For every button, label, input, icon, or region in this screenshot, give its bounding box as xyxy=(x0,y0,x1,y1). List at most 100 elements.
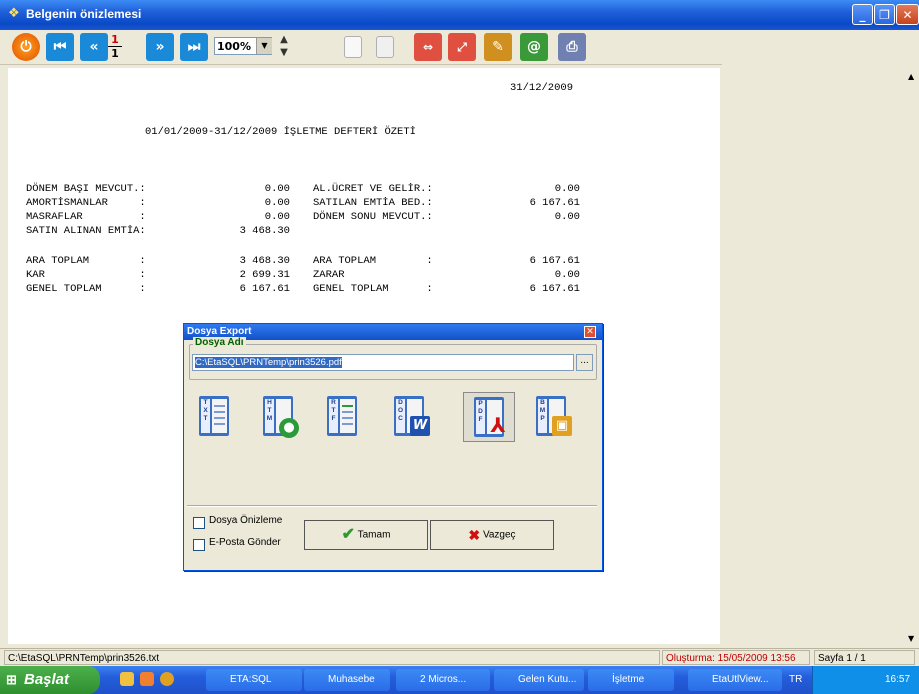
report-date: 31/12/2009 xyxy=(510,82,574,94)
scroll-up-icon[interactable]: ▲ xyxy=(908,72,914,81)
format-code: BMP xyxy=(538,399,547,433)
left-label: SATIN ALINAN EMTİA: xyxy=(26,225,146,237)
right-value: 6 167.61 xyxy=(529,197,580,209)
quicklaunch-icon[interactable] xyxy=(120,672,134,686)
format-code: PDF xyxy=(476,400,485,434)
taskbar-item[interactable]: ETA:SQL xyxy=(206,669,302,691)
taskbar-item[interactable]: EtaUtlView... xyxy=(688,669,782,691)
filename-group-label: Dosya Adı xyxy=(193,337,246,348)
toolbar: ⏻ ⏮ « 1 1 » ⏭ 100% ▼ ▲ ▼ ⇔ ⤢ ✎ @ ⎙ xyxy=(0,30,919,65)
language-indicator[interactable]: TR xyxy=(789,674,802,685)
taskbar: ⊞ Başlat ETA:SQL Muhasebe 2 Micros... Ge… xyxy=(0,666,919,694)
right-label: GENEL TOPLAM : xyxy=(313,283,433,295)
pdf-format-icon: PDF ⅄ xyxy=(474,397,506,437)
left-value: 0.00 xyxy=(264,211,290,223)
window-title: Belgenin önizlemesi xyxy=(26,7,142,21)
clock: 16:57 xyxy=(885,674,911,685)
print-icon[interactable]: ⎙ xyxy=(558,33,586,61)
format-button-doc[interactable]: DOC W xyxy=(384,392,436,442)
right-value: 6 167.61 xyxy=(529,283,580,295)
taskbar-item[interactable]: İşletme xyxy=(588,669,674,691)
vertical-scrollbar[interactable]: ▲ ▼ xyxy=(905,64,919,648)
left-label: AMORTİSMANLAR : xyxy=(26,197,146,209)
right-label: ZARAR xyxy=(313,269,345,281)
scroll-down-icon[interactable]: ▼ xyxy=(908,634,914,643)
dialog-title: Dosya Export xyxy=(184,324,602,340)
taskbar-item[interactable]: Gelen Kutu... xyxy=(494,669,584,691)
first-page-icon[interactable]: ⏮ xyxy=(46,33,74,61)
checkmark-icon: ✔ xyxy=(341,526,355,543)
status-created: Oluşturma: 15/05/2009 13:56 xyxy=(662,650,810,665)
email-icon[interactable]: @ xyxy=(520,33,548,61)
title-bar: ❖ Belgenin önizlemesi _ ❐ ✕ xyxy=(0,0,919,30)
right-value: 6 167.61 xyxy=(529,255,580,267)
dialog-close-icon[interactable]: ✕ xyxy=(584,326,596,338)
format-button-rtf[interactable]: RTF xyxy=(317,392,369,442)
last-page-icon[interactable]: ⏭ xyxy=(180,33,208,61)
right-label: DÖNEM SONU MEVCUT.: xyxy=(313,211,433,223)
pages-icon[interactable] xyxy=(376,36,394,58)
format-button-pdf[interactable]: PDF ⅄ xyxy=(463,392,515,442)
taskbar-item[interactable]: 2 Micros... xyxy=(396,669,490,691)
format-button-txt[interactable]: TXT xyxy=(189,392,241,442)
ok-button-label: Tamam xyxy=(357,529,391,541)
page-indicator: 1 1 xyxy=(100,33,130,61)
left-label: KAR : xyxy=(26,269,146,281)
file-path-value: C:\EtaSQL\PRNTemp\prin3526.pdf xyxy=(195,357,342,368)
format-button-bmp[interactable]: BMP ▣ xyxy=(526,392,578,442)
left-value: 3 468.30 xyxy=(239,225,290,237)
left-value: 0.00 xyxy=(264,183,290,195)
taskbar-item[interactable]: Muhasebe xyxy=(304,669,390,691)
email-checkbox[interactable] xyxy=(193,539,205,551)
side-panel xyxy=(722,64,919,648)
zoom-stepper-icon[interactable]: ▲ ▼ xyxy=(276,33,292,61)
fit-width-icon[interactable]: ⇔ xyxy=(414,33,442,61)
format-code: HTM xyxy=(265,399,274,433)
quicklaunch-icon[interactable] xyxy=(140,672,154,686)
next-page-icon[interactable]: » xyxy=(146,33,174,61)
left-value: 2 699.31 xyxy=(239,269,290,281)
right-label: ARA TOPLAM : xyxy=(313,255,433,267)
quicklaunch-icon[interactable] xyxy=(160,672,174,686)
browse-button[interactable]: ... xyxy=(576,354,593,371)
file-path-input[interactable]: C:\EtaSQL\PRNTemp\prin3526.pdf xyxy=(192,354,574,371)
txt-format-icon: TXT xyxy=(199,396,229,436)
export-dialog: Dosya Export ✕ Dosya Adı C:\EtaSQL\PRNTe… xyxy=(183,323,603,571)
start-button[interactable]: ⊞ Başlat xyxy=(0,666,100,694)
left-label: ARA TOPLAM : xyxy=(26,255,146,267)
cancel-button[interactable]: ✖ Vazgeç xyxy=(430,520,554,550)
preview-checkbox[interactable] xyxy=(193,517,205,529)
page-current: 1 xyxy=(111,33,119,46)
app-icon: ❖ xyxy=(8,6,20,21)
right-value: 0.00 xyxy=(554,183,580,195)
export-icon[interactable]: ✎ xyxy=(484,33,512,61)
right-value: 0.00 xyxy=(554,269,580,281)
bmp-format-icon: BMP ▣ xyxy=(536,396,572,436)
dialog-divider xyxy=(187,505,597,507)
report-heading: 01/01/2009-31/12/2009 İŞLETME DEFTERİ ÖZ… xyxy=(145,126,416,138)
fit-page-icon[interactable]: ⤢ xyxy=(448,33,476,61)
cancel-button-label: Vazgeç xyxy=(482,529,516,541)
left-value: 0.00 xyxy=(264,197,290,209)
status-page: Sayfa 1 / 1 xyxy=(814,650,915,665)
chevron-down-icon[interactable]: ▼ xyxy=(256,38,272,54)
minimize-button[interactable]: _ xyxy=(852,4,873,25)
cross-icon: ✖ xyxy=(468,527,481,543)
windows-logo-icon: ⊞ xyxy=(6,672,17,687)
restore-button[interactable]: ❐ xyxy=(874,4,895,25)
right-label: SATILAN EMTİA BED.: xyxy=(313,197,433,209)
format-code: TXT xyxy=(201,399,210,433)
close-button[interactable]: ✕ xyxy=(896,4,919,25)
start-label: Başlat xyxy=(24,671,70,688)
status-file-path: C:\EtaSQL\PRNTemp\prin3526.txt xyxy=(4,650,660,665)
page-icon[interactable] xyxy=(344,36,362,58)
status-bar: C:\EtaSQL\PRNTemp\prin3526.txt Oluşturma… xyxy=(0,648,919,667)
system-tray: 16:57 xyxy=(812,666,919,694)
power-icon[interactable]: ⏻ xyxy=(12,33,40,61)
format-button-htm[interactable]: HTM ● xyxy=(253,392,305,442)
ok-button[interactable]: ✔ Tamam xyxy=(304,520,428,550)
right-label: AL.ÜCRET VE GELİR.: xyxy=(313,183,433,195)
htm-format-icon: HTM ● xyxy=(263,396,299,438)
format-code: RTF xyxy=(329,399,338,433)
format-code: DOC xyxy=(396,399,405,433)
